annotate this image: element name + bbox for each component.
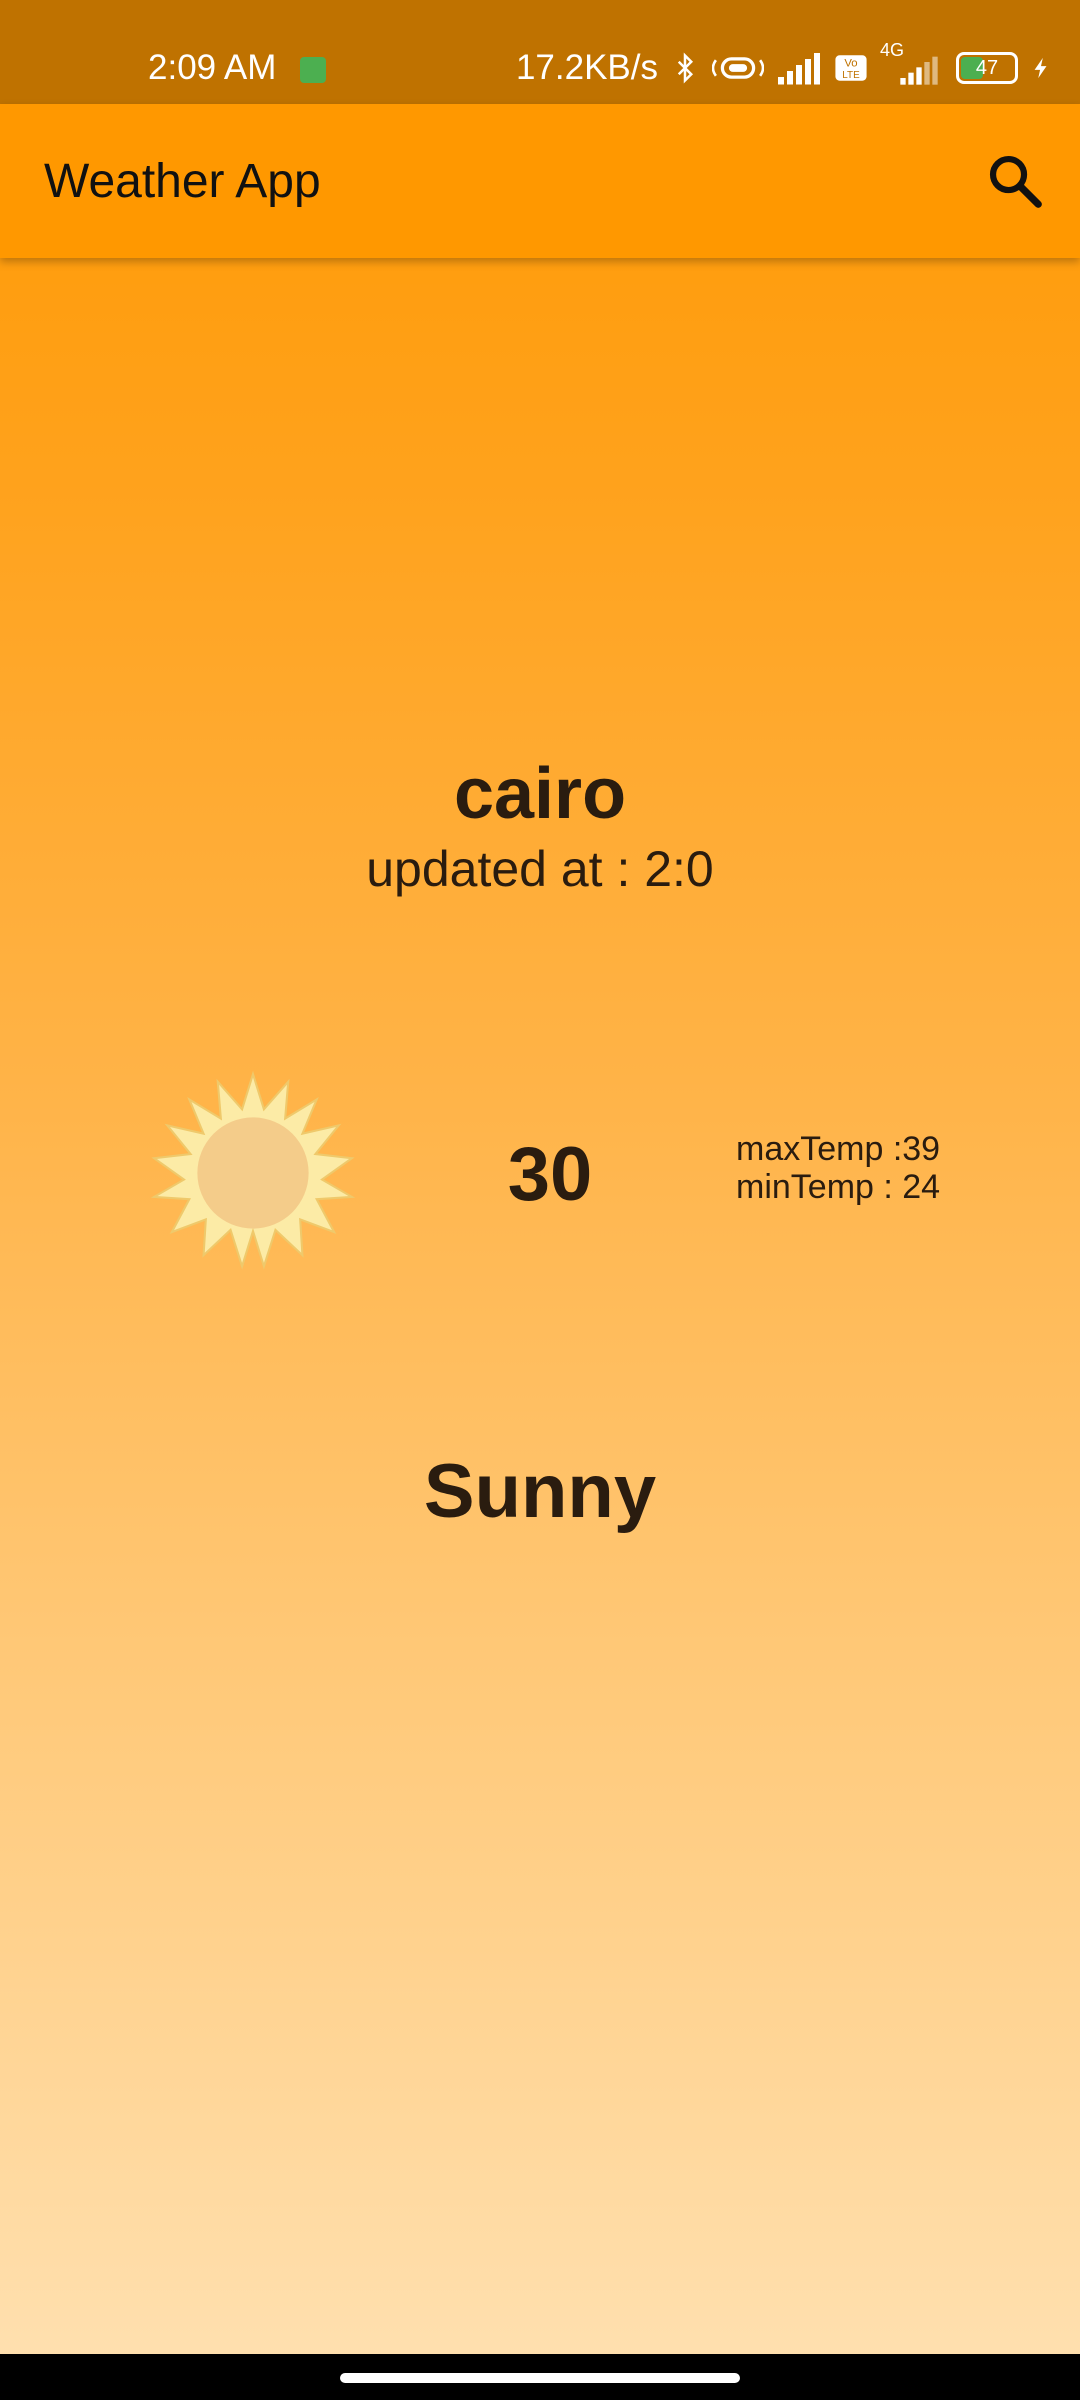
svg-text:LTE: LTE	[842, 70, 860, 81]
volte-icon: Vo LTE	[835, 55, 867, 81]
search-icon[interactable]	[984, 150, 1046, 212]
navigation-bar	[0, 2354, 1080, 2400]
signal-4g-icon: 4G	[880, 40, 944, 86]
current-temperature: 30	[507, 1132, 593, 1217]
network-speed: 17.2KB/s	[515, 48, 658, 87]
status-time: 2:09 AM	[148, 48, 277, 87]
weather-condition: Sunny	[423, 1449, 657, 1534]
min-temperature: minTemp : 24	[736, 1168, 941, 1206]
app-bar: Weather App	[0, 104, 1080, 258]
max-temperature: maxTemp :39	[736, 1130, 941, 1168]
svg-text:Vo: Vo	[844, 58, 857, 70]
sun-icon	[150, 1070, 356, 1270]
temperature-range: maxTemp :39 minTemp : 24	[736, 1130, 940, 1206]
battery-percent: 47	[975, 57, 999, 79]
updated-time: updated at : 2:0	[366, 841, 714, 897]
city-name: cairo	[453, 754, 627, 834]
app-title: Weather App	[44, 155, 321, 208]
bluetooth-icon	[677, 52, 694, 84]
charging-icon	[1034, 57, 1047, 79]
signal-icon	[778, 53, 820, 85]
status-icons: 17.2KB/s Vo LTE 4G 47	[515, 40, 1052, 88]
status-bar: 2:09 AM 17.2KB/s Vo LTE 4G 47	[0, 0, 1080, 104]
vibrate-icon	[712, 57, 764, 79]
weather-screen: 2:09 AM 17.2KB/s Vo LTE 4G 47 Weather Ap…	[0, 0, 1080, 2400]
battery-icon: 47	[956, 52, 1018, 84]
notification-app-icon	[300, 57, 326, 83]
home-gesture-handle[interactable]	[340, 2373, 740, 2383]
